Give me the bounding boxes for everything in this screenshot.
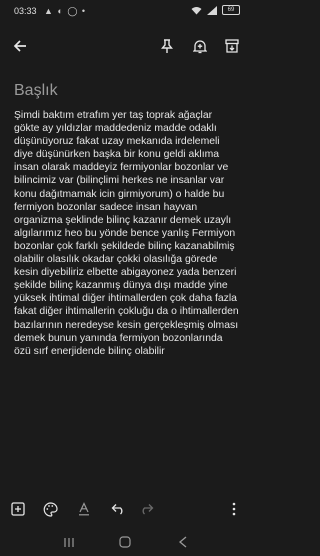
signal-icon	[207, 5, 217, 15]
bottom-toolbar	[0, 498, 250, 522]
redo-icon[interactable]	[136, 498, 156, 520]
more-vert-icon[interactable]	[224, 498, 244, 520]
recents-icon[interactable]	[58, 532, 80, 552]
status-right: 69	[191, 5, 240, 15]
archive-icon[interactable]	[221, 34, 243, 58]
status-indicators: ▲ ◐ ◯ •	[44, 6, 87, 16]
add-box-icon[interactable]	[8, 498, 28, 520]
back-arrow-icon[interactable]	[8, 34, 32, 58]
note-title[interactable]: Başlık	[14, 82, 58, 100]
system-nav-bar	[0, 526, 250, 556]
text-format-icon[interactable]	[74, 498, 94, 520]
status-bar: 03:33 ▲ ◐ ◯ • 69	[0, 0, 250, 24]
pin-icon[interactable]	[156, 34, 178, 58]
home-icon[interactable]	[114, 532, 136, 552]
nav-back-icon[interactable]	[172, 532, 194, 552]
note-body[interactable]: Şimdi baktım etrafım yer taş toprak ağaç…	[14, 109, 240, 358]
palette-icon[interactable]	[40, 498, 60, 520]
battery-indicator: 69	[222, 5, 240, 15]
undo-icon[interactable]	[108, 498, 128, 520]
status-time: 03:33	[14, 6, 37, 16]
top-toolbar	[0, 30, 250, 62]
bell-plus-icon[interactable]	[189, 34, 211, 58]
wifi-icon	[191, 6, 202, 14]
